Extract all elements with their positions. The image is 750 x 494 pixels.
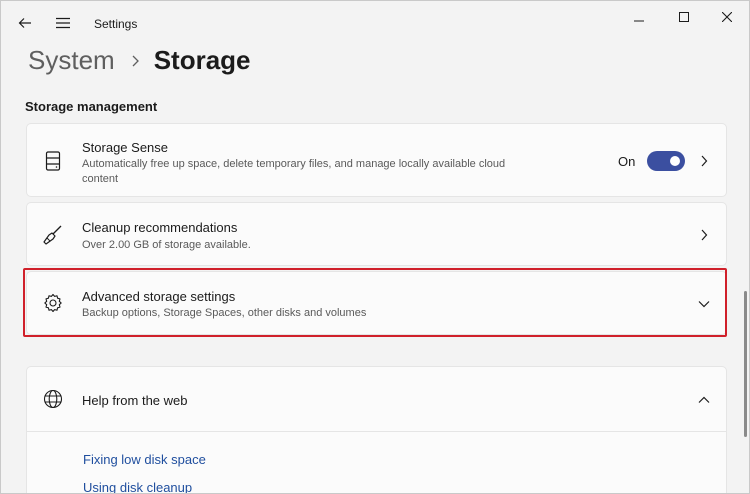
storage-sense-toggle-label: On (618, 154, 636, 169)
close-button[interactable] (707, 5, 747, 29)
back-arrow-icon (18, 18, 31, 28)
minimize-button[interactable] (619, 5, 659, 29)
help-title: Help from the web (82, 393, 188, 408)
globe-icon (42, 388, 64, 410)
maximize-icon (679, 12, 689, 22)
storage-sense-description: Automatically free up space, delete temp… (82, 158, 506, 185)
maximize-button[interactable] (664, 5, 704, 29)
advanced-storage-description: Backup options, Storage Spaces, other di… (82, 307, 367, 319)
cleanup-title: Cleanup recommendations (82, 220, 238, 235)
hamburger-menu-icon (56, 17, 70, 29)
storage-sense-toggle[interactable] (647, 151, 685, 171)
advanced-storage-title: Advanced storage settings (82, 289, 236, 304)
help-expander-header[interactable]: Help from the web (27, 367, 726, 432)
storage-sense-card[interactable]: Storage Sense Automatically free up spac… (26, 123, 727, 197)
title-bar: Settings (1, 1, 749, 47)
chevron-right-icon (697, 154, 711, 168)
storage-sense-title: Storage Sense (82, 140, 169, 155)
advanced-storage-settings-card[interactable]: Advanced storage settings Backup options… (26, 271, 727, 335)
gear-icon (42, 292, 64, 314)
breadcrumb-system[interactable]: System (28, 45, 115, 76)
page-title: Storage (153, 45, 251, 75)
section-title: Storage management (25, 99, 158, 114)
chevron-down-icon (697, 297, 711, 311)
cleanup-description: Over 2.00 GB of storage available. (82, 239, 251, 251)
chevron-right-icon (131, 55, 140, 67)
help-link-fixing-low-disk-space[interactable]: Fixing low disk space (83, 452, 206, 467)
back-button[interactable] (13, 11, 37, 35)
help-from-web-card: Help from the web Fixing low disk space … (26, 366, 727, 493)
minimize-icon (634, 20, 644, 22)
chevron-up-icon (697, 393, 711, 407)
cleanup-recommendations-card[interactable]: Cleanup recommendations Over 2.00 GB of … (26, 202, 727, 266)
broom-icon (42, 224, 64, 246)
scrollbar-thumb[interactable] (744, 291, 747, 437)
toggle-knob (670, 156, 680, 166)
navigation-menu-button[interactable] (51, 11, 75, 35)
chevron-right-icon (697, 228, 711, 242)
help-link-using-disk-cleanup[interactable]: Using disk cleanup (83, 480, 192, 493)
settings-window: Settings System Storage Storage manageme… (0, 0, 750, 494)
breadcrumb: System Storage (28, 45, 251, 76)
close-icon (722, 12, 732, 22)
app-title: Settings (94, 17, 138, 31)
storage-drive-icon (42, 150, 64, 172)
